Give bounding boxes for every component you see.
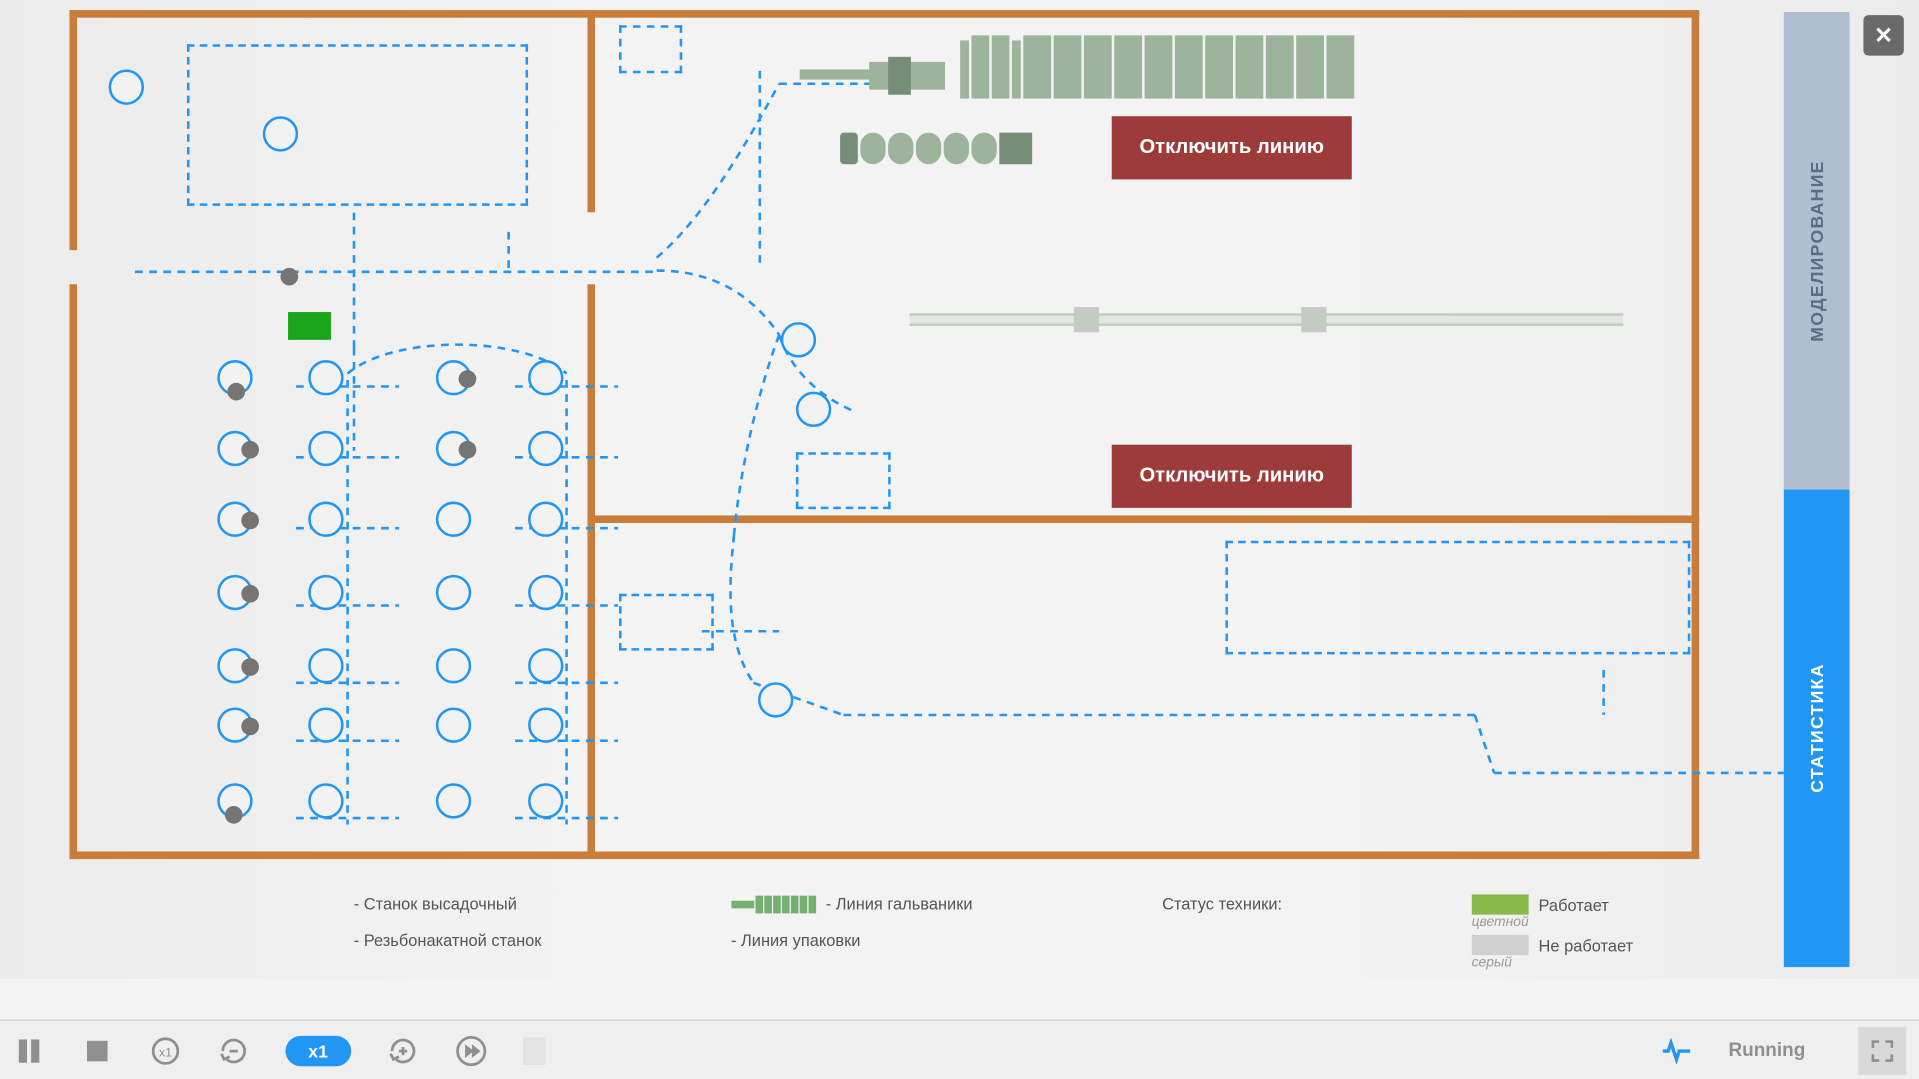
agv-node[interactable] xyxy=(241,585,259,603)
machine-node[interactable] xyxy=(528,360,563,395)
wall-mid-lower xyxy=(587,284,595,859)
slow-down-button[interactable] xyxy=(217,1034,250,1067)
exit-fullscreen-button[interactable] xyxy=(1858,1026,1906,1074)
zone-box-1 xyxy=(187,44,528,206)
zone-box-3 xyxy=(796,452,891,509)
machine-node[interactable] xyxy=(796,392,831,427)
machine-node[interactable] xyxy=(528,502,563,537)
swatch-working xyxy=(1472,894,1529,914)
machine-node[interactable] xyxy=(308,502,343,537)
agv-node[interactable] xyxy=(241,512,259,530)
progress-marker xyxy=(522,1037,545,1065)
main-canvas: Отключить линию Отключить линию - Станок… xyxy=(0,0,1919,979)
zone-box-5 xyxy=(1225,541,1690,655)
speed-reset-button[interactable]: x1 xyxy=(149,1034,182,1067)
equip-bar-row xyxy=(960,35,1390,98)
equip-conveyor xyxy=(840,133,1055,165)
fast-forward-button[interactable] xyxy=(454,1034,487,1067)
legend-item: - Линия гальваники xyxy=(826,894,973,913)
legend-notworking-sub: серый xyxy=(1472,955,1634,970)
machine-node[interactable] xyxy=(436,783,471,818)
disable-line-button-1[interactable]: Отключить линию xyxy=(1112,116,1352,179)
legend-working: Работает xyxy=(1539,895,1609,914)
agv-node[interactable] xyxy=(459,370,477,388)
rail-stop xyxy=(1074,307,1099,332)
agv-node[interactable] xyxy=(241,658,259,676)
legend-item: - Резьбонакатной станок xyxy=(354,931,542,950)
legend-item: - Линия упаковки xyxy=(731,931,861,950)
machine-node[interactable] xyxy=(308,783,343,818)
tab-modeling[interactable]: МОДЕЛИРОВАНИЕ xyxy=(1784,13,1850,490)
agv-node[interactable] xyxy=(280,268,298,286)
close-button[interactable]: ✕ xyxy=(1863,15,1903,55)
machine-node[interactable] xyxy=(781,322,816,357)
machine-node[interactable] xyxy=(308,648,343,683)
machine-node[interactable] xyxy=(436,707,471,742)
machine-node[interactable] xyxy=(436,575,471,610)
wall-left-lower xyxy=(69,284,77,859)
agv-node[interactable] xyxy=(459,441,477,459)
machine-node[interactable] xyxy=(263,116,298,151)
legend-item: - Станок высадочный xyxy=(354,894,517,913)
machine-node[interactable] xyxy=(528,707,563,742)
speed-indicator[interactable]: x1 xyxy=(286,1035,351,1065)
legend-notworking: Не работает xyxy=(1539,935,1634,954)
machine-node[interactable] xyxy=(528,575,563,610)
disable-line-button-2[interactable]: Отключить линию xyxy=(1112,445,1352,508)
rail-stop xyxy=(1301,307,1326,332)
machine-node[interactable] xyxy=(528,648,563,683)
machine-node[interactable] xyxy=(308,707,343,742)
control-bar: x1 x1 Running xyxy=(0,1020,1919,1079)
legend: - Станок высадочный - Резьбонакатной ста… xyxy=(0,884,1919,979)
machine-node[interactable] xyxy=(109,69,144,104)
galvanic-line-icon xyxy=(731,895,816,913)
agv-node[interactable] xyxy=(241,718,259,736)
machine-node[interactable] xyxy=(758,682,793,717)
agv-node[interactable] xyxy=(227,383,245,401)
machine-node[interactable] xyxy=(436,648,471,683)
equip-head xyxy=(800,57,949,101)
pack-line-rail xyxy=(910,313,1624,326)
wall-bottom xyxy=(69,851,1699,859)
pause-button[interactable] xyxy=(13,1034,46,1067)
wall-mid-upper xyxy=(587,10,595,212)
stop-button[interactable] xyxy=(81,1034,114,1067)
wall-top xyxy=(69,10,1699,18)
machine-node[interactable] xyxy=(308,575,343,610)
active-machine[interactable] xyxy=(288,312,331,340)
wall-right-horizontal xyxy=(595,515,1699,523)
wall-right xyxy=(1692,10,1700,859)
machine-node[interactable] xyxy=(436,502,471,537)
sim-status: Running xyxy=(1728,1040,1805,1061)
running-pulse-icon xyxy=(1660,1034,1693,1067)
zone-box-4 xyxy=(619,594,714,651)
zone-box-2 xyxy=(619,25,682,73)
machine-node[interactable] xyxy=(308,360,343,395)
agv-node[interactable] xyxy=(225,806,243,824)
wall-left-upper xyxy=(69,10,77,250)
machine-node[interactable] xyxy=(308,431,343,466)
machine-node[interactable] xyxy=(528,431,563,466)
svg-text:x1: x1 xyxy=(159,1045,172,1059)
speed-up-button[interactable] xyxy=(386,1034,419,1067)
tab-statistics[interactable]: СТАТИСТИКА xyxy=(1784,490,1850,967)
legend-working-sub: цветной xyxy=(1472,915,1634,930)
legend-status-label: Статус техники: xyxy=(1162,894,1282,913)
swatch-notworking xyxy=(1472,935,1529,955)
side-tabs: МОДЕЛИРОВАНИЕ СТАТИСТИКА xyxy=(1784,13,1850,967)
close-icon: ✕ xyxy=(1874,22,1893,49)
machine-node[interactable] xyxy=(528,783,563,818)
agv-node[interactable] xyxy=(241,441,259,459)
